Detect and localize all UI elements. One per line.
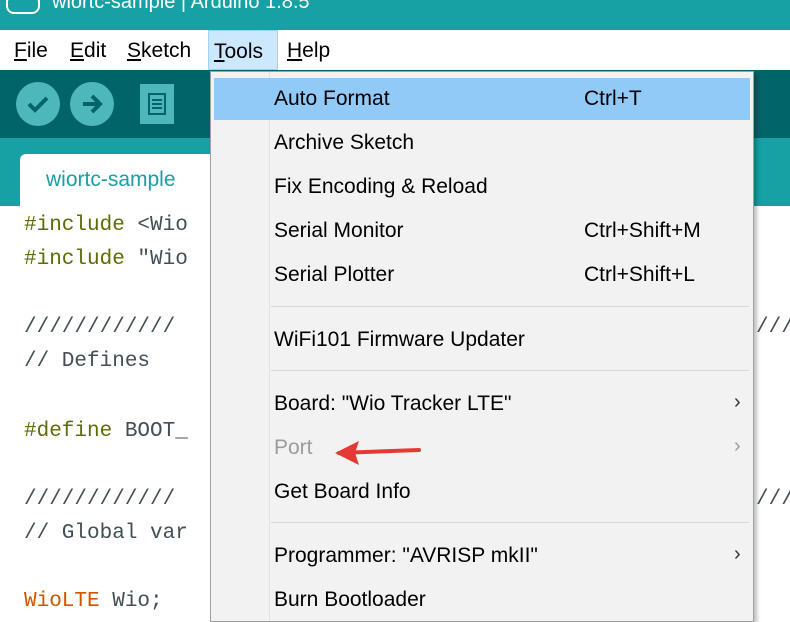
- verify-button[interactable]: [16, 82, 60, 126]
- menu-sketch-accel: S: [127, 39, 142, 62]
- menu-item-fix-encoding[interactable]: Fix Encoding & Reload: [214, 166, 750, 208]
- code-keyword: #define: [24, 420, 113, 443]
- menu-sketch[interactable]: Sketch: [127, 30, 191, 70]
- upload-icon: [83, 94, 103, 114]
- menu-help-accel: H: [287, 39, 303, 62]
- menu-item-shortcut: Ctrl+Shift+L: [584, 263, 695, 286]
- code-line: #include "Wio: [24, 248, 188, 271]
- code-line: #define BOOT_: [24, 420, 188, 443]
- menu-help[interactable]: Help: [287, 30, 330, 70]
- code-line: WioLTE Wio;: [24, 590, 163, 613]
- menu-edit[interactable]: Edit: [70, 30, 106, 70]
- menu-item-get-board-info[interactable]: Get Board Info: [214, 471, 750, 513]
- code-line: // Global var: [24, 522, 188, 545]
- title-bar: wiortc-sample | Arduino 1.8.5: [0, 0, 790, 30]
- menu-item-burn-bootloader[interactable]: Burn Bootloader: [214, 579, 750, 621]
- menu-help-label: elp: [302, 39, 331, 62]
- menu-separator: [271, 306, 749, 307]
- submenu-arrow-icon: ›: [734, 391, 741, 413]
- code-line: ////////////: [24, 488, 175, 511]
- menu-item-label: Board: "Wio Tracker LTE": [274, 392, 512, 415]
- menu-item-serial-monitor[interactable]: Serial Monitor Ctrl+Shift+M: [214, 210, 750, 252]
- tab-wiortc-sample[interactable]: wiortc-sample: [20, 154, 220, 206]
- tab-label: wiortc-sample: [46, 168, 176, 191]
- upload-button[interactable]: [70, 82, 114, 126]
- code-line: #include <Wio: [24, 214, 188, 237]
- menu-tools-label: ools: [224, 40, 264, 63]
- code-text: BOOT_: [112, 420, 188, 443]
- tools-menu: Auto Format Ctrl+T Archive Sketch Fix En…: [210, 71, 754, 622]
- submenu-arrow-icon: ›: [734, 435, 741, 457]
- new-icon: [148, 93, 166, 115]
- menu-item-label: Serial Plotter: [274, 263, 395, 286]
- code-keyword: #include: [24, 248, 125, 271]
- menu-edit-label: dit: [84, 39, 107, 62]
- menu-tools-accel: T: [214, 40, 225, 63]
- code-keyword: #include: [24, 214, 125, 237]
- menu-item-board[interactable]: Board: "Wio Tracker LTE" ›: [214, 383, 750, 425]
- menu-item-label: Auto Format: [274, 87, 390, 110]
- menu-item-shortcut: Ctrl+Shift+M: [584, 219, 701, 242]
- code-text: // Defines: [24, 350, 151, 373]
- menu-item-auto-format[interactable]: Auto Format Ctrl+T: [214, 78, 750, 120]
- menu-item-label: WiFi101 Firmware Updater: [274, 328, 525, 351]
- menu-item-label: Port: [274, 436, 313, 459]
- menu-bar: File Edit Sketch Tools Help: [0, 30, 790, 70]
- code-text: ////////////: [24, 316, 176, 339]
- code-text: Wio;: [99, 590, 163, 613]
- code-text: // Global var: [24, 522, 188, 545]
- menu-separator: [271, 370, 749, 371]
- menu-edit-accel: E: [70, 39, 85, 62]
- menu-item-shortcut: Ctrl+T: [584, 87, 642, 110]
- arduino-logo-icon: [6, 0, 40, 14]
- menu-item-port[interactable]: Port ›: [214, 427, 750, 469]
- menu-item-label: Get Board Info: [274, 480, 411, 503]
- menu-item-serial-plotter[interactable]: Serial Plotter Ctrl+Shift+L: [214, 254, 750, 296]
- menu-tools[interactable]: Tools: [208, 30, 278, 70]
- menu-file[interactable]: File: [14, 30, 48, 70]
- verify-icon: [27, 96, 49, 113]
- annotation-arrow-icon: [335, 441, 421, 465]
- menu-item-programmer[interactable]: Programmer: "AVRISP mkII" ›: [214, 535, 750, 577]
- code-text: <Wio: [124, 214, 188, 237]
- code-text: ////////////: [24, 488, 176, 511]
- code-type: WioLTE: [24, 590, 100, 613]
- code-overflow: ///: [756, 488, 790, 511]
- submenu-arrow-icon: ›: [734, 543, 741, 565]
- code-overflow: ///: [756, 316, 790, 339]
- code-line: // Defines: [24, 350, 150, 373]
- menu-item-label: Burn Bootloader: [274, 588, 426, 611]
- new-button[interactable]: [140, 84, 174, 124]
- menu-item-label: Programmer: "AVRISP mkII": [274, 544, 538, 567]
- menu-item-label: Fix Encoding & Reload: [274, 175, 488, 198]
- menu-item-archive-sketch[interactable]: Archive Sketch: [214, 122, 750, 164]
- menu-file-accel: F: [14, 39, 27, 62]
- menu-item-label: Archive Sketch: [274, 131, 415, 154]
- menu-sketch-label: ketch: [141, 39, 192, 62]
- menu-separator: [271, 522, 749, 523]
- menu-file-label: ile: [26, 39, 48, 62]
- code-text: "Wio: [124, 248, 188, 271]
- window-title: wiortc-sample | Arduino 1.8.5: [52, 0, 310, 13]
- menu-item-wifi101-updater[interactable]: WiFi101 Firmware Updater: [214, 319, 750, 361]
- menu-item-label: Serial Monitor: [274, 219, 404, 242]
- code-line: ////////////: [24, 316, 175, 339]
